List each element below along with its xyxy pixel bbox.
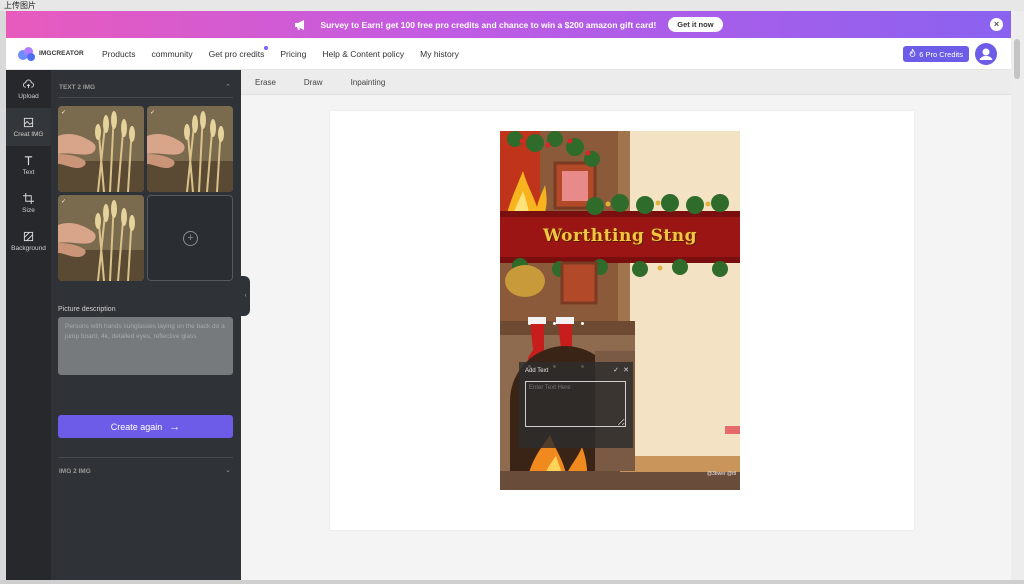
plus-circle-icon: + [183, 231, 198, 246]
window-bottom-edge [0, 580, 1024, 584]
selected-check-icon: ✓ [150, 110, 156, 116]
tool-erase[interactable]: Erase [255, 78, 276, 87]
nav-item-community[interactable]: community [152, 49, 193, 59]
rail-item-label: Size [22, 206, 35, 214]
text-icon [24, 155, 33, 165]
close-icon[interactable]: ✕ [623, 366, 629, 374]
create-again-label: Create again [110, 421, 163, 432]
wheat-hand-image [58, 106, 144, 192]
tool-inpainting[interactable]: Inpainting [351, 78, 386, 87]
selected-check-icon: ✓ [61, 199, 67, 205]
wheat-hand-image [147, 106, 233, 192]
add-text-input[interactable] [525, 381, 626, 427]
vertical-scrollbar[interactable] [1011, 11, 1024, 580]
rail-item-upload[interactable]: Upload [6, 70, 51, 108]
check-icon[interactable]: ✓ [613, 366, 619, 374]
flame-icon [909, 47, 916, 59]
rail-item-size[interactable]: Size [6, 184, 51, 222]
top-nav: IMGCREATOR Products community Get pro cr… [6, 38, 1011, 70]
poster-title[interactable]: Worthting Stng [500, 221, 740, 251]
rail-item-text[interactable]: Text [6, 146, 51, 184]
section-title-img2img[interactable]: IMG 2 IMG [59, 468, 91, 475]
banner-close-icon[interactable]: × [990, 18, 1003, 31]
pro-credits-button[interactable]: 6 Pro Credits [903, 46, 969, 62]
get-it-now-button[interactable]: Get it now [668, 17, 723, 32]
create-panel: TEXT 2 IMG ⌃ ✓ ✓ ✓ + Picture description… [51, 70, 241, 580]
nav-menu: Products community Get pro credits Prici… [102, 45, 475, 59]
rail-item-creat-img[interactable]: Creat IMG [6, 108, 51, 146]
arrow-right-icon: → [169, 420, 181, 433]
rail-item-background[interactable]: Background [6, 222, 51, 260]
edit-toolbar: Erase Draw Inpainting [241, 70, 1011, 95]
poster-signature: @3bwer @ttl [706, 471, 736, 477]
logo-text: IMGCREATOR [39, 50, 84, 57]
promo-banner: Survey to Earn! get 100 free pro credits… [6, 11, 1011, 38]
chevron-down-icon[interactable]: ⌄ [225, 466, 231, 474]
tool-draw[interactable]: Draw [304, 78, 323, 87]
picture-description-input[interactable]: Persons with hands sunglasses laying on … [58, 317, 233, 375]
image-icon [23, 117, 34, 127]
nav-item-products[interactable]: Products [102, 49, 136, 59]
panel-collapse-handle[interactable]: ‹ [241, 276, 250, 316]
selection-handle[interactable] [553, 322, 556, 325]
upload-icon [23, 79, 34, 88]
banner-text: Survey to Earn! get 100 free pro credits… [320, 19, 657, 30]
generated-image-3[interactable]: ✓ [58, 195, 144, 281]
pro-credits-label: 6 Pro Credits [919, 49, 963, 59]
background-icon [23, 231, 34, 241]
rail-item-label: Creat IMG [13, 130, 44, 138]
tool-rail: Upload Creat IMG Text Size Background [6, 70, 51, 580]
logo[interactable]: IMGCREATOR [18, 46, 90, 62]
generated-image-1[interactable]: ✓ [58, 106, 144, 192]
wheat-hand-image [58, 195, 144, 281]
logo-mark-icon [18, 46, 38, 62]
selection-handle[interactable] [581, 322, 584, 325]
section-title-text2img[interactable]: TEXT 2 IMG [59, 84, 95, 91]
divider [58, 457, 233, 458]
divider [58, 97, 233, 98]
nav-item-help[interactable]: Help & Content policy [322, 49, 404, 59]
add-image-tile[interactable]: + [147, 195, 233, 281]
generated-image-2[interactable]: ✓ [147, 106, 233, 192]
selection-handle[interactable] [528, 322, 531, 325]
nav-item-pricing[interactable]: Pricing [280, 49, 306, 59]
scrollbar-thumb[interactable] [1014, 39, 1020, 79]
rail-item-label: Background [11, 244, 46, 252]
create-again-button[interactable]: Create again → [58, 415, 233, 438]
window-title: 上传图片 [0, 0, 1024, 11]
rail-item-label: Upload [18, 92, 39, 100]
user-avatar-icon[interactable] [975, 43, 997, 65]
megaphone-icon [294, 19, 308, 31]
add-text-label: Add Text [525, 368, 549, 374]
new-dot-badge [264, 45, 269, 50]
selected-check-icon: ✓ [61, 110, 67, 116]
nav-item-get-pro-credits-label: Get pro credits [208, 48, 265, 59]
picture-description-label: Picture description [58, 306, 116, 313]
add-text-popover: Add Text ✓ ✕ [519, 362, 633, 448]
crop-icon [23, 192, 34, 204]
rail-item-label: Text [22, 168, 35, 176]
nav-item-get-pro-credits[interactable]: Get pro credits [208, 45, 269, 59]
chevron-up-icon[interactable]: ⌃ [225, 83, 231, 91]
nav-item-history[interactable]: My history [420, 49, 459, 59]
